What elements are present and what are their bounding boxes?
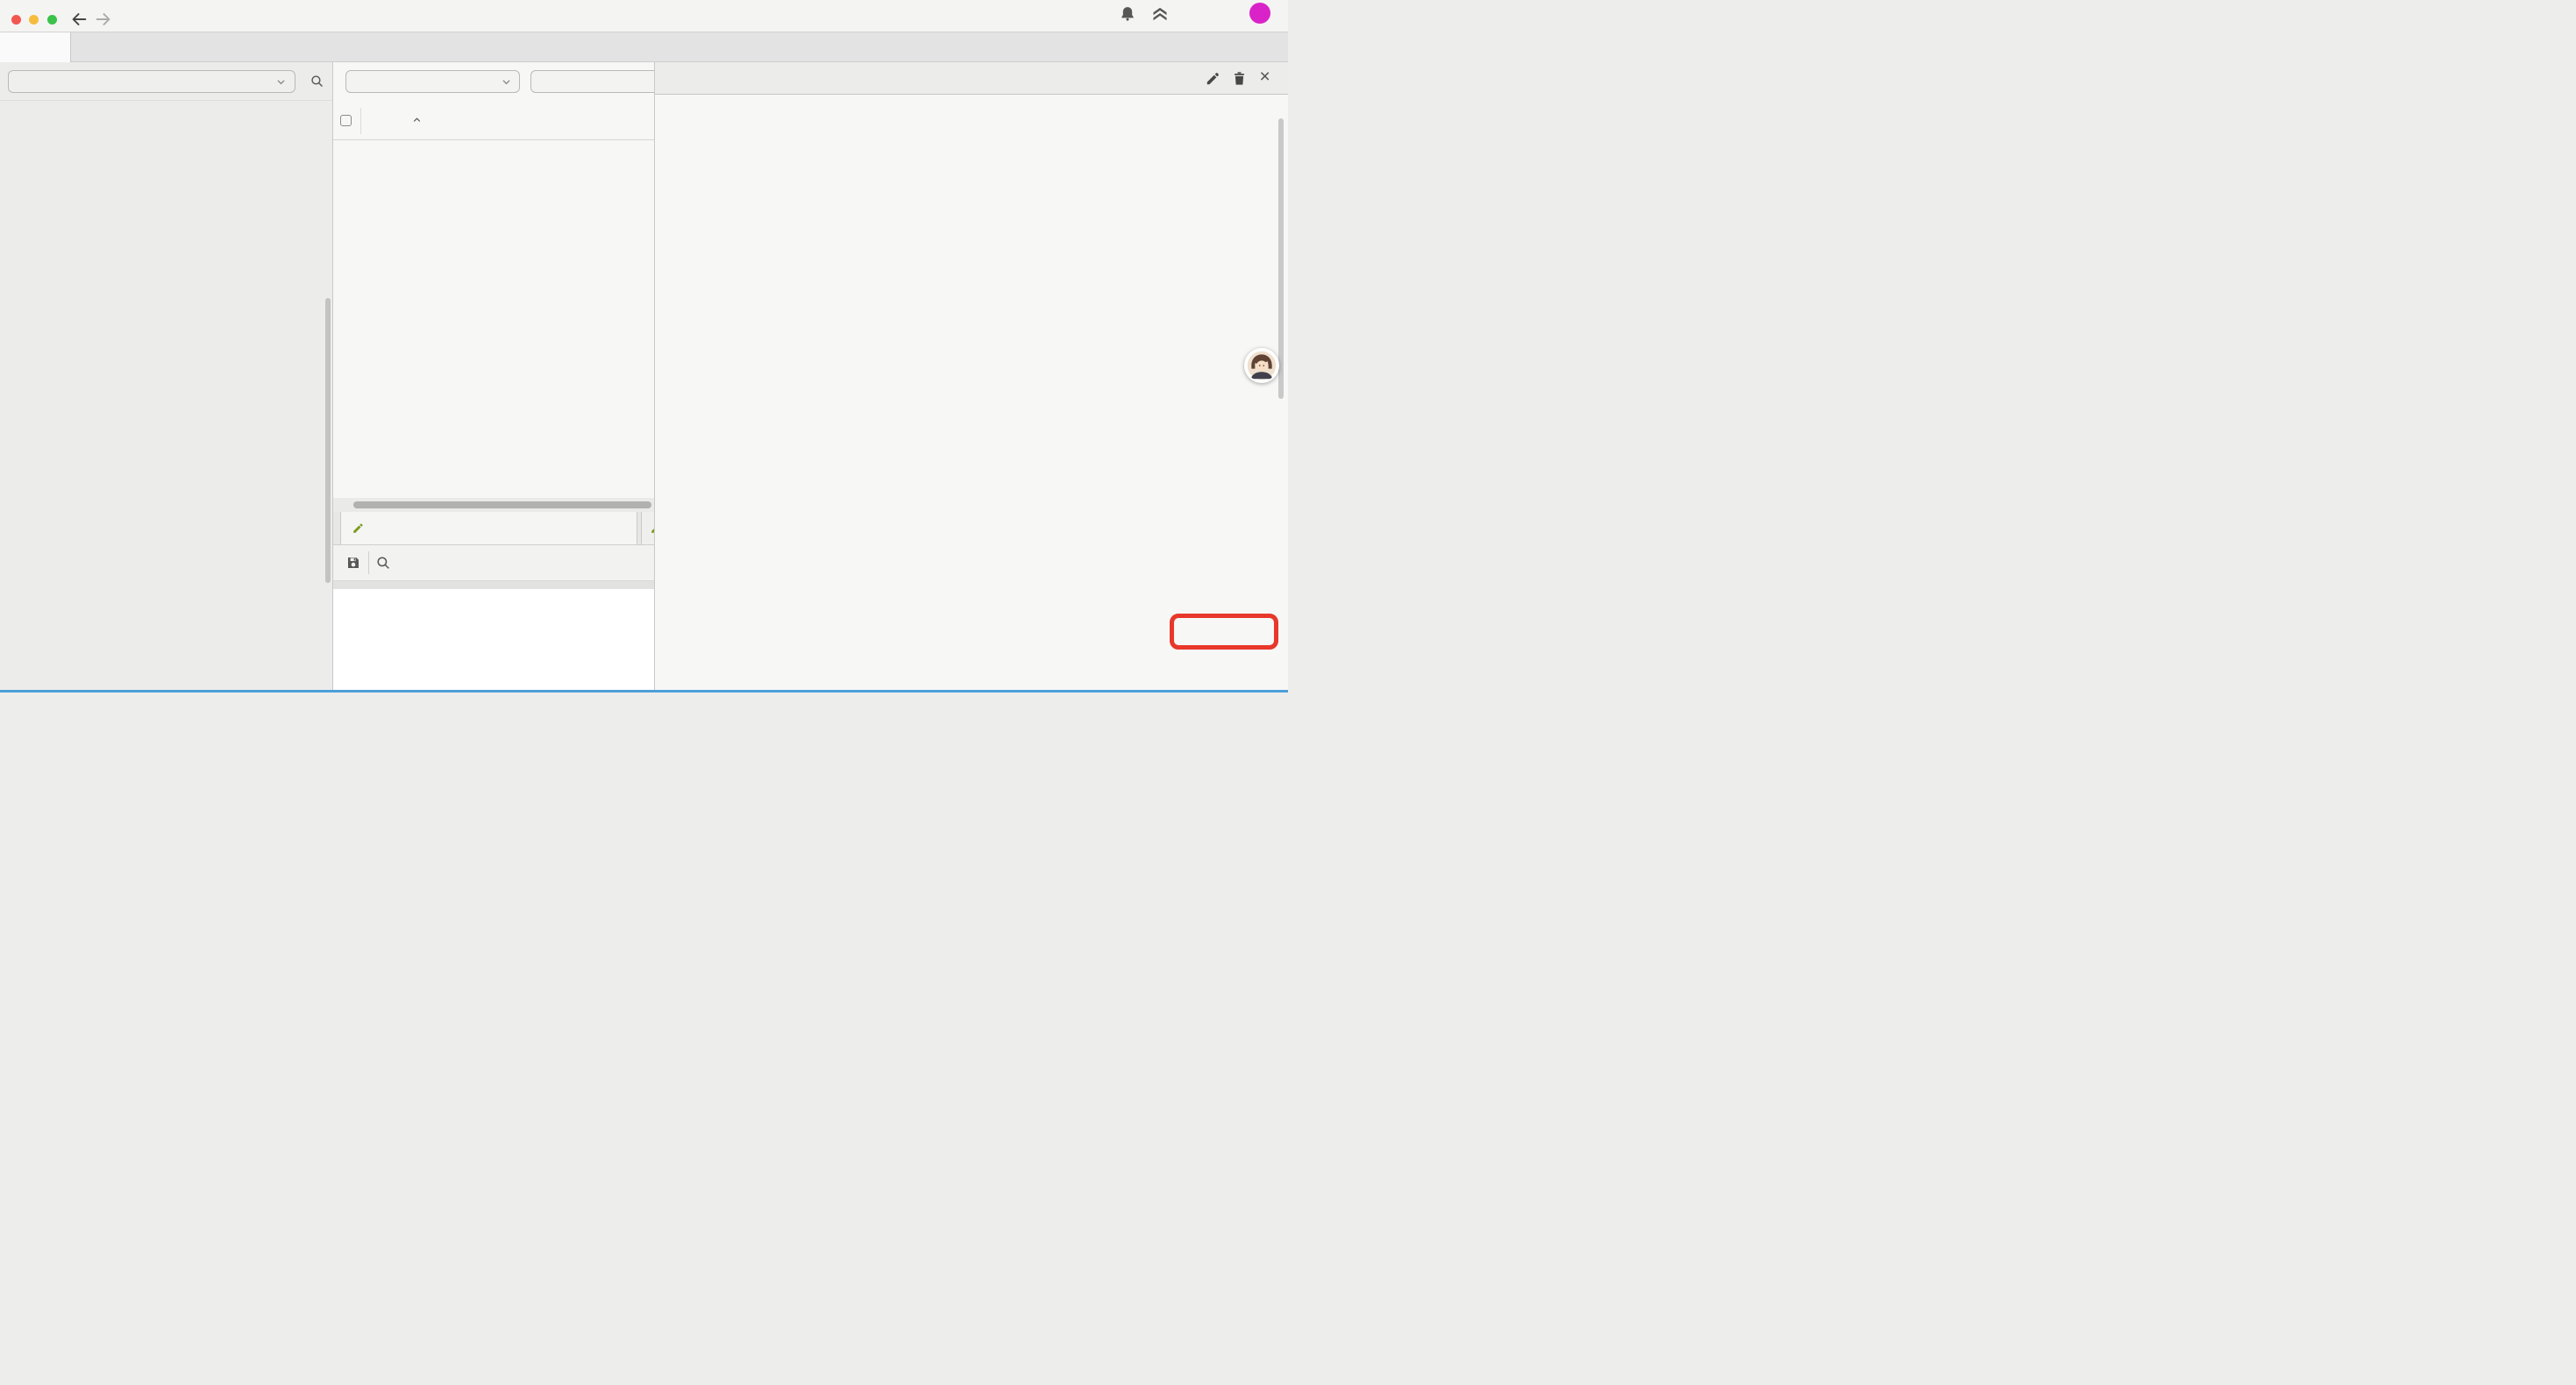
window-titlebar xyxy=(0,0,1288,32)
namespace-filter-select[interactable] xyxy=(345,70,520,93)
tab-strip xyxy=(0,32,1288,62)
resource-tree xyxy=(0,100,333,690)
detail-header: × xyxy=(655,62,1289,95)
back-arrow-icon[interactable] xyxy=(69,10,89,29)
detail-scrollbar[interactable] xyxy=(1278,118,1284,399)
close-window-button[interactable] xyxy=(11,15,21,25)
pencil-icon xyxy=(352,522,365,535)
resource-search-input[interactable] xyxy=(530,70,655,93)
save-icon[interactable] xyxy=(345,555,361,571)
editor-tab-strip xyxy=(333,512,654,545)
yaml-editor[interactable] xyxy=(333,589,654,690)
app-window: × xyxy=(0,0,1288,692)
kubeconfig-select[interactable] xyxy=(8,70,295,93)
select-all-checkbox[interactable] xyxy=(340,115,352,126)
edit-pencil-icon[interactable] xyxy=(1205,70,1221,87)
chevron-down-icon xyxy=(275,76,287,88)
resource-list-panel xyxy=(333,62,655,690)
bell-icon[interactable] xyxy=(1119,5,1136,23)
editor-tab-prometheusrule[interactable] xyxy=(340,512,637,544)
table-horizontal-scrollbar[interactable] xyxy=(333,498,654,512)
detail-body xyxy=(655,95,1289,690)
forward-arrow-icon[interactable] xyxy=(94,10,113,29)
scrollbar-thumb[interactable] xyxy=(353,501,651,508)
editor-divider-band[interactable] xyxy=(333,581,654,589)
sidebar-scrollbar[interactable] xyxy=(325,298,331,583)
toolbar-divider xyxy=(368,551,369,574)
trash-icon[interactable] xyxy=(1231,70,1248,87)
minimize-window-button[interactable] xyxy=(29,15,39,25)
tab-navigator[interactable] xyxy=(0,32,71,62)
search-icon[interactable] xyxy=(375,555,391,571)
editor-toolbar xyxy=(333,545,654,581)
column-divider xyxy=(360,108,361,134)
service-detail-panel: × xyxy=(655,62,1289,690)
maximize-window-button[interactable] xyxy=(47,15,57,25)
chevron-down-icon xyxy=(501,76,512,88)
search-icon[interactable] xyxy=(310,74,324,89)
sort-ascending-icon[interactable] xyxy=(411,114,423,125)
table-header xyxy=(333,102,654,140)
avatar[interactable] xyxy=(1244,348,1279,383)
window-bottom-accent xyxy=(0,690,1288,692)
forward-button-highlight xyxy=(1170,614,1278,650)
close-icon[interactable]: × xyxy=(1260,67,1270,88)
editor-tab-partial[interactable] xyxy=(641,512,655,544)
upgrade-icon[interactable] xyxy=(1151,5,1169,23)
navigator-sidebar xyxy=(0,62,333,690)
notification-badge[interactable] xyxy=(1249,3,1270,24)
